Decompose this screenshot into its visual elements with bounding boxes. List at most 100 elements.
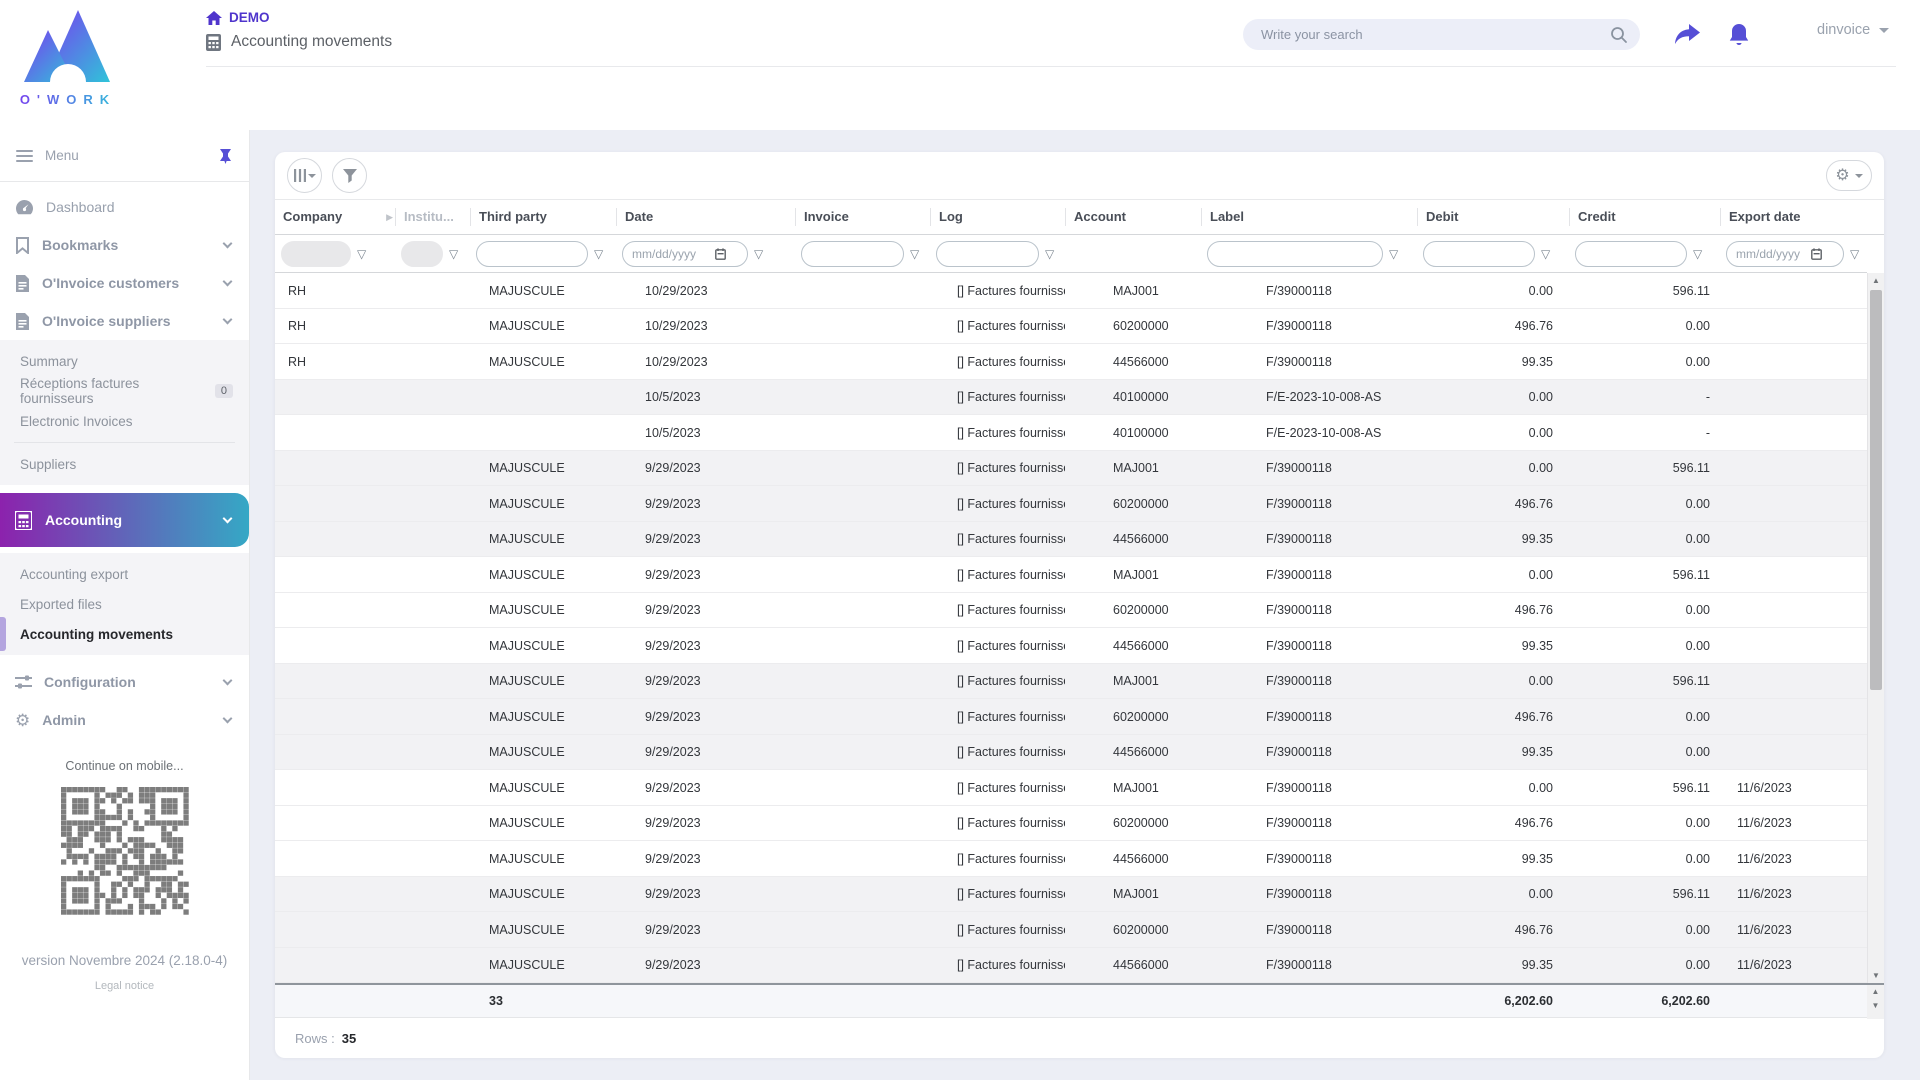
summary-credit-total: 6,202.60 <box>1569 994 1720 1008</box>
export-date-filter-input[interactable] <box>1736 247 1806 261</box>
breadcrumb-root[interactable]: DEMO <box>206 10 392 25</box>
filter-button[interactable] <box>332 158 367 193</box>
logo[interactable]: O'WORK <box>13 8 123 107</box>
menu-row: Menu <box>0 130 249 182</box>
hamburger-icon[interactable] <box>16 147 33 165</box>
table-row[interactable]: MAJUSCULE 9/29/2023 [] Factures fourniss… <box>275 770 1867 806</box>
debit-filter-input[interactable] <box>1433 247 1525 261</box>
calendar-icon[interactable] <box>715 248 726 260</box>
gear-icon: ⚙ <box>15 712 30 729</box>
sidebar-item-oinvoice-suppliers[interactable]: O'Invoice suppliers <box>0 302 249 340</box>
table-settings-button[interactable]: ⚙ <box>1826 160 1872 191</box>
table-row[interactable]: RH MAJUSCULE 10/29/2023 [] Factures four… <box>275 309 1867 345</box>
column-header-third-party[interactable]: Third party <box>470 208 616 226</box>
sidebar-item-summary[interactable]: Summary <box>0 346 249 376</box>
calculator-icon <box>206 34 221 51</box>
scroll-up-icon[interactable]: ▲ <box>1867 985 1884 999</box>
sidebar: Menu Dashboard Bookmarks <box>0 130 250 1080</box>
column-header-date[interactable]: Date <box>616 208 795 226</box>
table-row[interactable]: 10/5/2023 [] Factures fournisseurs 40100… <box>275 415 1867 451</box>
sidebar-item-admin[interactable]: ⚙ Admin <box>0 701 249 739</box>
sliders-icon <box>15 675 32 690</box>
table-row[interactable]: MAJUSCULE 9/29/2023 [] Factures fourniss… <box>275 735 1867 771</box>
institution-filter-input <box>401 241 443 267</box>
calendar-icon[interactable] <box>1811 248 1822 260</box>
column-header-debit[interactable]: Debit <box>1417 208 1569 226</box>
funnel-icon[interactable]: ▽ <box>449 248 458 260</box>
sidebar-item-receptions[interactable]: Réceptions factures fournisseurs 0 <box>0 376 249 406</box>
table-header: Company ▶ Institu... Third party Date In… <box>275 200 1884 235</box>
funnel-icon[interactable]: ▽ <box>910 248 919 260</box>
funnel-icon[interactable]: ▽ <box>754 248 763 260</box>
scroll-down-icon[interactable]: ▼ <box>1868 968 1884 983</box>
search-icon[interactable] <box>1610 26 1628 44</box>
funnel-icon[interactable]: ▽ <box>1850 248 1859 260</box>
table-row[interactable]: MAJUSCULE 9/29/2023 [] Factures fourniss… <box>275 877 1867 913</box>
third-party-filter-input[interactable] <box>486 247 578 261</box>
sidebar-item-accounting-export[interactable]: Accounting export <box>0 559 249 589</box>
column-header-company[interactable]: Company ▶ <box>275 208 395 226</box>
date-filter-input[interactable] <box>632 247 710 261</box>
sidebar-item-bookmarks[interactable]: Bookmarks <box>0 226 249 264</box>
mobile-hint: Continue on mobile... <box>0 759 249 773</box>
pin-icon[interactable] <box>218 148 233 164</box>
log-filter-input[interactable] <box>946 247 1029 261</box>
table-row[interactable]: MAJUSCULE 9/29/2023 [] Factures fourniss… <box>275 593 1867 629</box>
table-row[interactable]: 10/5/2023 [] Factures fournisseurs 40100… <box>275 380 1867 416</box>
legal-notice-link[interactable]: Legal notice <box>0 980 249 992</box>
column-header-log[interactable]: Log <box>930 208 1065 226</box>
column-header-invoice[interactable]: Invoice <box>795 208 930 226</box>
breadcrumb: DEMO Accounting movements <box>206 10 392 51</box>
table-row[interactable]: MAJUSCULE 9/29/2023 [] Factures fourniss… <box>275 806 1867 842</box>
table-row[interactable]: MAJUSCULE 9/29/2023 [] Factures fourniss… <box>275 451 1867 487</box>
notifications-button[interactable] <box>1722 18 1756 52</box>
sidebar-item-accounting[interactable]: Accounting <box>0 493 249 547</box>
funnel-icon[interactable]: ▽ <box>1045 248 1054 260</box>
column-header-export-date[interactable]: Export date <box>1720 208 1867 226</box>
credit-filter-input[interactable] <box>1585 247 1677 261</box>
table-row[interactable]: MAJUSCULE 9/29/2023 [] Factures fourniss… <box>275 486 1867 522</box>
sidebar-item-dashboard[interactable]: Dashboard <box>0 188 249 226</box>
invoice-filter-input[interactable] <box>811 247 894 261</box>
chevron-down-icon <box>223 713 233 723</box>
table-row[interactable]: RH MAJUSCULE 10/29/2023 [] Factures four… <box>275 273 1867 309</box>
table-row[interactable]: MAJUSCULE 9/29/2023 [] Factures fourniss… <box>275 664 1867 700</box>
table-summary-row: 33 6,202.60 6,202.60 ▲ ▼ <box>275 983 1884 1017</box>
sidebar-item-suppliers[interactable]: Suppliers <box>0 449 249 479</box>
table-row[interactable]: MAJUSCULE 9/29/2023 [] Factures fourniss… <box>275 912 1867 948</box>
user-menu[interactable]: dinvoice <box>1817 22 1889 38</box>
label-filter-input[interactable] <box>1217 247 1373 261</box>
scrollbar-thumb[interactable] <box>1870 290 1882 690</box>
sidebar-item-electronic-invoices[interactable]: Electronic Invoices <box>0 406 249 436</box>
search-bar <box>1243 19 1640 50</box>
funnel-icon[interactable]: ▽ <box>1693 248 1702 260</box>
caret-down-icon <box>1855 174 1863 178</box>
sidebar-item-accounting-movements[interactable]: Accounting movements <box>0 619 249 649</box>
column-header-institution[interactable]: Institu... <box>395 208 470 226</box>
expand-column-icon[interactable]: ▶ <box>386 208 393 226</box>
columns-button[interactable] <box>287 158 322 193</box>
table-row[interactable]: MAJUSCULE 9/29/2023 [] Factures fourniss… <box>275 522 1867 558</box>
sidebar-item-oinvoice-customers[interactable]: O'Invoice customers <box>0 264 249 302</box>
funnel-icon[interactable]: ▽ <box>1389 248 1398 260</box>
bell-icon <box>1728 23 1750 47</box>
table-row[interactable]: MAJUSCULE 9/29/2023 [] Factures fourniss… <box>275 557 1867 593</box>
funnel-icon[interactable]: ▽ <box>357 248 366 260</box>
scroll-down-icon[interactable]: ▼ <box>1867 999 1884 1013</box>
table-row[interactable]: MAJUSCULE 9/29/2023 [] Factures fourniss… <box>275 628 1867 664</box>
funnel-icon[interactable]: ▽ <box>594 248 603 260</box>
table-row[interactable]: MAJUSCULE 9/29/2023 [] Factures fourniss… <box>275 948 1867 984</box>
column-header-label[interactable]: Label <box>1201 208 1417 226</box>
search-input[interactable] <box>1261 27 1610 42</box>
logo-text: O'WORK <box>13 92 123 107</box>
sidebar-item-configuration[interactable]: Configuration <box>0 663 249 701</box>
column-header-account[interactable]: Account <box>1065 208 1201 226</box>
table-row[interactable]: MAJUSCULE 9/29/2023 [] Factures fourniss… <box>275 841 1867 877</box>
share-button[interactable] <box>1670 18 1704 52</box>
table-row[interactable]: RH MAJUSCULE 10/29/2023 [] Factures four… <box>275 344 1867 380</box>
funnel-icon[interactable]: ▽ <box>1541 248 1550 260</box>
scroll-up-icon[interactable]: ▲ <box>1868 273 1884 288</box>
sidebar-item-exported-files[interactable]: Exported files <box>0 589 249 619</box>
column-header-credit[interactable]: Credit <box>1569 208 1720 226</box>
table-row[interactable]: MAJUSCULE 9/29/2023 [] Factures fourniss… <box>275 699 1867 735</box>
